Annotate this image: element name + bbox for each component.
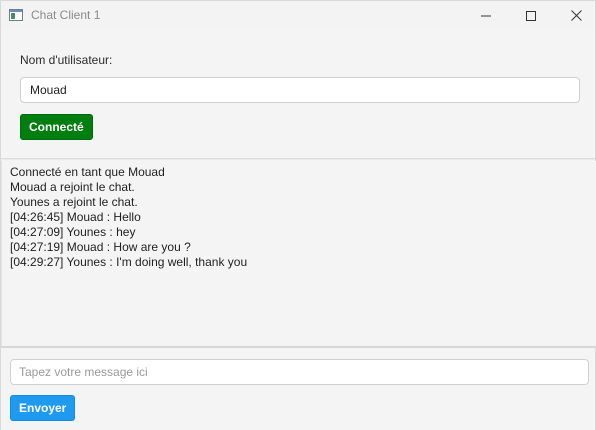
chat-message: Younes a rejoint le chat. — [10, 195, 138, 209]
chat-message: Mouad a rejoint le chat. — [10, 180, 135, 194]
send-button[interactable]: Envoyer — [10, 395, 76, 421]
title-bar[interactable]: Chat Client 1 — [1, 1, 595, 30]
minimize-icon — [481, 15, 491, 16]
close-icon — [570, 10, 582, 21]
connect-button[interactable]: Connecté — [20, 114, 93, 140]
close-button[interactable] — [553, 1, 596, 30]
chat-message: Connecté en tant que Mouad — [10, 165, 165, 179]
chat-message: [04:27:09] Younes : hey — [10, 225, 136, 239]
message-composer: Envoyer — [1, 348, 595, 430]
chat-message: [04:27:19] Mouad : How are you ? — [10, 240, 191, 254]
message-input[interactable] — [10, 359, 589, 385]
divider — [1, 158, 595, 160]
maximize-icon — [526, 10, 536, 21]
chat-client-window: Chat Client 1 Nom d'utilisateur: Connect… — [0, 0, 596, 430]
username-label: Nom d'utilisateur: — [20, 53, 113, 67]
login-panel: Nom d'utilisateur: Connecté — [1, 30, 595, 158]
app-icon — [9, 9, 23, 21]
window-title: Chat Client 1 — [31, 8, 101, 22]
minimize-button[interactable] — [463, 1, 509, 30]
chat-message: [04:26:45] Mouad : Hello — [10, 210, 141, 224]
username-input[interactable] — [20, 77, 580, 103]
maximize-button[interactable] — [508, 1, 554, 30]
chat-log[interactable]: Connecté en tant que Mouad Mouad a rejoi… — [1, 161, 596, 346]
chat-message: [04:29:27] Younes : I'm doing well, than… — [10, 255, 248, 269]
